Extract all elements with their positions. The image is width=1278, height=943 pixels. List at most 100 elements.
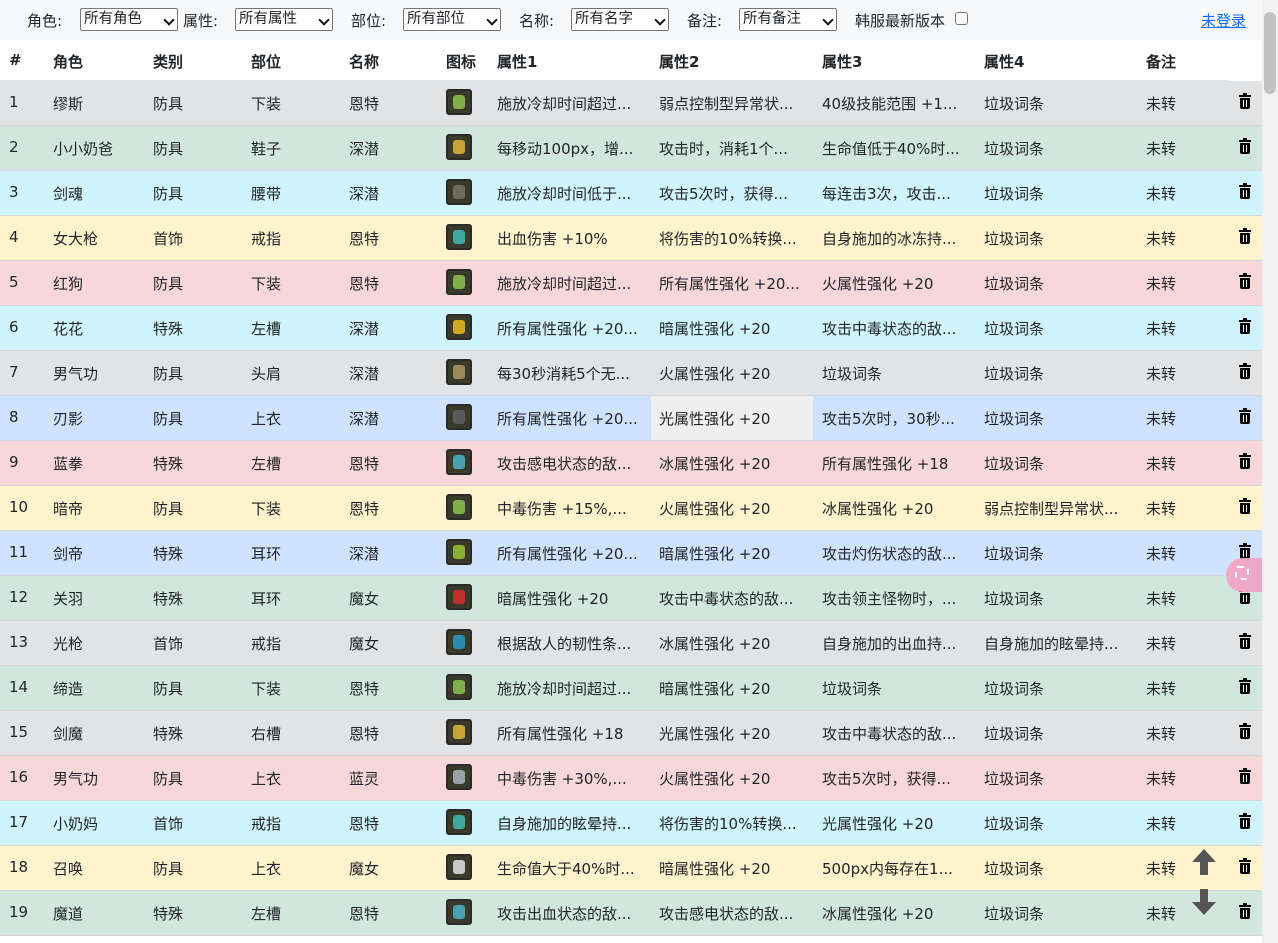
cell-attr4: 弱点控制型异常状... xyxy=(984,500,1119,518)
korea-version-checkbox[interactable] xyxy=(955,12,968,25)
cell-attr1: 每移动100px，增... xyxy=(497,140,634,158)
cell-part: 耳环 xyxy=(251,545,282,563)
cell-attr3: 攻击5次时，30秒... xyxy=(822,410,955,428)
table-row[interactable]: 8 刃影 防具 上衣 深潜 所有属性强化 +20... 光属性强化 +20 攻击5次时，30秒… xyxy=(0,396,1262,441)
trash-icon[interactable] xyxy=(1239,723,1251,740)
trash-icon[interactable] xyxy=(1239,93,1251,110)
table-row[interactable]: 5 红狗 防具 下装 恩特 施放冷却时间超过... 所有属性强化 +20... 火属性强化 +… xyxy=(0,261,1262,306)
table-row[interactable]: 15 剑魔 特殊 右槽 恩特 所有属性强化 +18 光属性强化 +20 攻击中毒状态的敌...… xyxy=(0,711,1262,756)
item-icon xyxy=(446,854,472,880)
header-attr4: 属性4 xyxy=(984,53,1025,71)
cell-part: 左槽 xyxy=(251,905,282,923)
item-icon xyxy=(446,359,472,385)
name-filter-select[interactable]: 所有名字 xyxy=(571,8,669,31)
cell-attr3: 生命值低于40%时... xyxy=(822,140,960,158)
cell-attr3: 自身施加的出血持... xyxy=(822,635,957,653)
table-row[interactable]: 14 缔造 防具 下装 恩特 施放冷却时间超过... 暗属性强化 +20 垃圾词条 垃圾词条 未转 xyxy=(0,666,1262,711)
table-row[interactable]: 11 剑帝 特殊 耳环 深潜 所有属性强化 +20... 暗属性强化 +20 攻击灼伤状态的敌… xyxy=(0,531,1262,576)
cell-attr1: 生命值大于40%时... xyxy=(497,860,635,878)
arrow-down-icon[interactable] xyxy=(1192,889,1216,915)
table-row[interactable]: 2 小小奶爸 防具 鞋子 深潜 每移动100px，增... 攻击时，消耗1个... 生命值低于… xyxy=(0,126,1262,171)
cell-attr1: 施放冷却时间超过... xyxy=(497,680,632,698)
cell-role: 小奶妈 xyxy=(53,815,99,833)
trash-icon[interactable] xyxy=(1239,273,1251,290)
cell-part: 耳环 xyxy=(251,590,282,608)
item-icon xyxy=(446,89,472,115)
table-row[interactable]: 3 剑魂 防具 腰带 深潜 施放冷却时间低于... 攻击5次时，获得... 每连击3次，攻击.… xyxy=(0,171,1262,216)
attr-filter-select[interactable]: 所有属性 xyxy=(235,8,333,31)
trash-icon[interactable] xyxy=(1239,633,1251,650)
cell-attr2: 冰属性强化 +20 xyxy=(659,455,771,473)
trash-icon[interactable] xyxy=(1239,768,1251,785)
cell-category: 防具 xyxy=(153,275,184,293)
cell-role: 女大枪 xyxy=(53,230,99,248)
cell-category: 特殊 xyxy=(153,725,184,743)
chevron-down-icon xyxy=(822,14,834,26)
chevron-down-icon xyxy=(318,14,330,26)
table-row[interactable]: 19 魔道 特殊 左槽 恩特 攻击出血状态的敌... 攻击感电状态的敌... 冰属性强化 +2… xyxy=(0,891,1262,936)
trash-icon[interactable] xyxy=(1239,453,1251,470)
cell-attr4: 垃圾词条 xyxy=(984,410,1045,428)
cell-attr3: 所有属性强化 +18 xyxy=(822,455,949,473)
cell-note: 未转 xyxy=(1146,365,1177,383)
table-row[interactable]: 17 小奶妈 首饰 戒指 恩特 自身施加的眩晕持... 将伤害的10%转换... 光属性强化 … xyxy=(0,801,1262,846)
table-row[interactable]: 4 女大枪 首饰 戒指 恩特 出血伤害 +10% 将伤害的10%转换... 自身施加的冰冻持.… xyxy=(0,216,1262,261)
trash-icon[interactable] xyxy=(1239,903,1251,920)
scan-badge-icon[interactable] xyxy=(1226,558,1262,592)
cell-category: 防具 xyxy=(153,410,184,428)
note-filter-select[interactable]: 所有备注 xyxy=(739,8,837,31)
trash-icon[interactable] xyxy=(1239,408,1251,425)
cell-part: 上衣 xyxy=(251,860,282,878)
cell-index: 5 xyxy=(9,273,19,291)
cell-note: 未转 xyxy=(1146,275,1177,293)
table-row[interactable]: 16 男气功 防具 上衣 蓝灵 中毒伤害 +30%,... 火属性强化 +20 攻击5次时，获… xyxy=(0,756,1262,801)
cell-name: 魔女 xyxy=(349,635,380,653)
cell-attr4: 垃圾词条 xyxy=(984,860,1045,878)
cell-category: 首饰 xyxy=(153,815,184,833)
table-row[interactable]: 9 蓝拳 特殊 左槽 恩特 攻击感电状态的敌... 冰属性强化 +20 所有属性强化 +18 垃… xyxy=(0,441,1262,486)
cell-category: 首饰 xyxy=(153,230,184,248)
scrollbar-thumb[interactable] xyxy=(1264,12,1276,94)
header-attr1: 属性1 xyxy=(497,53,538,71)
page-scrollbar[interactable] xyxy=(1262,0,1278,943)
trash-icon[interactable] xyxy=(1239,138,1251,155)
cell-role: 召唤 xyxy=(53,860,84,878)
item-icon xyxy=(446,179,472,205)
role-filter-select[interactable]: 所有角色 xyxy=(80,8,178,31)
trash-icon[interactable] xyxy=(1239,813,1251,830)
cell-role: 小小奶爸 xyxy=(53,140,114,158)
cell-note: 未转 xyxy=(1146,545,1177,563)
item-icon xyxy=(446,719,472,745)
table-row[interactable]: 12 关羽 特殊 耳环 魔女 暗属性强化 +20 攻击中毒状态的敌... 攻击领主怪物时，..… xyxy=(0,576,1262,621)
table-row[interactable]: 7 男气功 防具 头肩 深潜 每30秒消耗5个无... 火属性强化 +20 垃圾词条 垃圾词条 未… xyxy=(0,351,1262,396)
cell-attr3: 垃圾词条 xyxy=(822,680,883,698)
table-row[interactable]: 1 缪斯 防具 下装 恩特 施放冷却时间超过... 弱点控制型异常状... 40级技能范围 +… xyxy=(0,81,1262,126)
cell-part: 下装 xyxy=(251,95,282,113)
trash-icon[interactable] xyxy=(1239,498,1251,515)
cell-note: 未转 xyxy=(1146,455,1177,473)
table-row[interactable]: 10 暗帝 防具 下装 恩特 中毒伤害 +15%,... 火属性强化 +20 冰属性强化 +2… xyxy=(0,486,1262,531)
trash-icon[interactable] xyxy=(1239,678,1251,695)
cell-part: 左槽 xyxy=(251,455,282,473)
part-filter-select[interactable]: 所有部位 xyxy=(403,8,501,31)
cell-name: 蓝灵 xyxy=(349,770,380,788)
table-row[interactable]: 18 召唤 防具 上衣 魔女 生命值大于40%时... 暗属性强化 +20 500px内每存在… xyxy=(0,846,1262,891)
table-row[interactable]: 13 光枪 首饰 戒指 魔女 根据敌人的韧性条... 冰属性强化 +20 自身施加的出血持..… xyxy=(0,621,1262,666)
trash-icon[interactable] xyxy=(1239,858,1251,875)
cell-attr2: 将伤害的10%转换... xyxy=(659,230,797,248)
item-icon xyxy=(446,539,472,565)
login-link[interactable]: 未登录 xyxy=(1201,10,1246,31)
cell-attr4: 垃圾词条 xyxy=(984,95,1045,113)
trash-icon[interactable] xyxy=(1239,183,1251,200)
cell-attr1: 根据敌人的韧性条... xyxy=(497,635,632,653)
trash-icon[interactable] xyxy=(1239,228,1251,245)
cell-category: 防具 xyxy=(153,860,184,878)
arrow-up-icon[interactable] xyxy=(1192,849,1216,875)
table-row[interactable]: 6 花花 特殊 左槽 深潜 所有属性强化 +20... 暗属性强化 +20 攻击中毒状态的敌.… xyxy=(0,306,1262,351)
cell-index: 6 xyxy=(9,318,19,336)
trash-icon[interactable] xyxy=(1239,363,1251,380)
header-name: 名称 xyxy=(349,53,380,71)
trash-icon[interactable] xyxy=(1239,318,1251,335)
cell-part: 右槽 xyxy=(251,725,282,743)
cell-attr2: 攻击感电状态的敌... xyxy=(659,905,794,923)
